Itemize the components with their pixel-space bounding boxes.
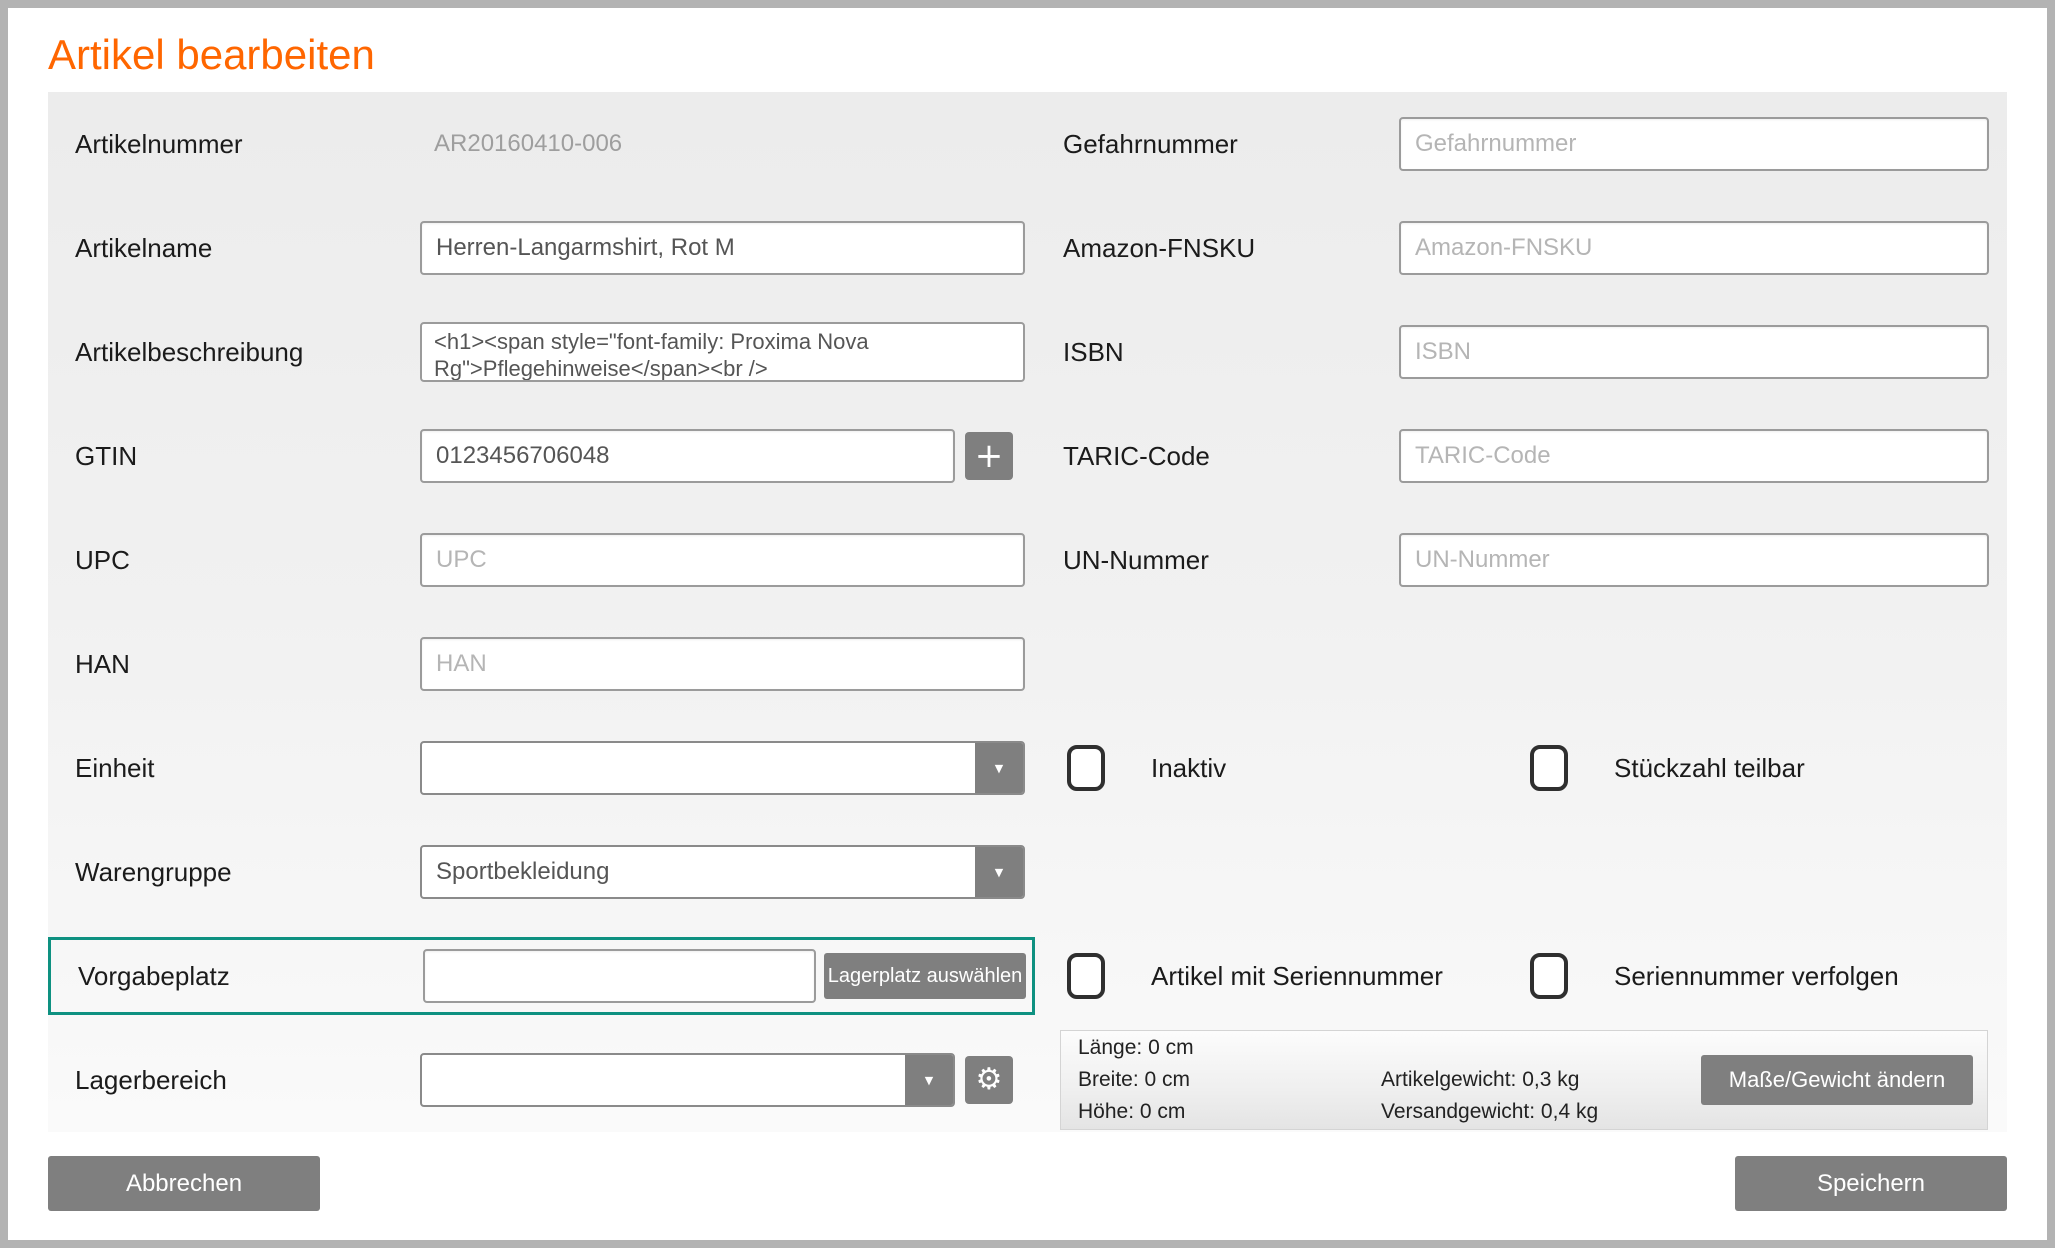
row-lagerbereich: Lagerbereich ▼ ⚙ Länge: 0 cm Breite: 0 c… [75, 1028, 1988, 1132]
article-form-panel: Artikelnummer AR20160410-006 Gefahrnumme… [48, 92, 2007, 1132]
form-actions: Abbrechen Speichern [48, 1156, 2007, 1211]
einheit-selected-value [422, 743, 975, 793]
einheit-dropdown[interactable]: ▼ [420, 741, 1025, 795]
lagerbereich-selected-value [422, 1055, 905, 1105]
artikelbeschreibung-label: Artikelbeschreibung [75, 337, 420, 368]
row-artikelnummer: Artikelnummer AR20160410-006 Gefahrnumme… [75, 92, 1988, 196]
versandgewicht-text: Versandgewicht: 0,4 kg [1381, 1096, 1701, 1128]
warengruppe-selected-value: Sportbekleidung [422, 847, 975, 897]
artikelname-input[interactable] [420, 221, 1025, 275]
lagerbereich-label: Lagerbereich [75, 1065, 420, 1096]
stueckzahl-teilbar-checkbox[interactable] [1530, 745, 1568, 791]
amazon-fnsku-input[interactable] [1399, 221, 1989, 275]
chevron-down-icon: ▼ [995, 866, 1003, 879]
upc-input[interactable] [420, 533, 1025, 587]
artikel-mit-seriennummer-checkbox-item[interactable]: Artikel mit Seriennummer [1063, 953, 1526, 999]
han-label: HAN [75, 649, 420, 680]
dim-spacer [1381, 1032, 1701, 1064]
lagerbereich-dropdown[interactable]: ▼ [420, 1053, 955, 1107]
cancel-button[interactable]: Abbrechen [48, 1156, 320, 1211]
gefahrnummer-input[interactable] [1399, 117, 1989, 171]
isbn-input[interactable] [1399, 325, 1989, 379]
stueckzahl-teilbar-label: Stückzahl teilbar [1614, 753, 1805, 784]
save-button[interactable]: Speichern [1735, 1156, 2007, 1211]
row-artikelname: Artikelname Amazon-FNSKU [75, 196, 1988, 300]
artikel-mit-seriennummer-checkbox[interactable] [1067, 953, 1105, 999]
row-han: HAN [75, 612, 1988, 716]
warengruppe-dropdown[interactable]: Sportbekleidung ▼ [420, 845, 1025, 899]
han-input[interactable] [420, 637, 1025, 691]
taric-code-label: TARIC-Code [1063, 441, 1399, 472]
warengruppe-dropdown-button[interactable]: ▼ [975, 847, 1023, 897]
lagerplatz-auswaehlen-button[interactable]: Lagerplatz auswählen [824, 953, 1026, 999]
page: Artikel bearbeiten Artikelnummer AR20160… [0, 0, 2055, 1248]
plus-icon: + [975, 439, 1004, 473]
inaktiv-checkbox-item[interactable]: Inaktiv [1063, 745, 1526, 791]
chevron-down-icon: ▼ [995, 762, 1003, 775]
un-nummer-label: UN-Nummer [1063, 545, 1399, 576]
vorgabeplatz-input[interactable] [423, 949, 816, 1003]
gtin-input[interactable] [420, 429, 955, 483]
artikel-mit-seriennummer-label: Artikel mit Seriennummer [1151, 961, 1443, 992]
vorgabeplatz-highlight-box: Vorgabeplatz Lagerplatz auswählen [48, 937, 1035, 1015]
breite-text: Breite: 0 cm [1078, 1064, 1381, 1096]
amazon-fnsku-label: Amazon-FNSKU [1063, 233, 1399, 264]
artikelbeschreibung-textarea[interactable]: <h1><span style="font-family: Proxima No… [420, 322, 1025, 382]
dimensions-panel: Länge: 0 cm Breite: 0 cm Höhe: 0 cm Arti… [1060, 1030, 1988, 1130]
gefahrnummer-label: Gefahrnummer [1063, 129, 1399, 160]
taric-code-input[interactable] [1399, 429, 1989, 483]
un-nummer-input[interactable] [1399, 533, 1989, 587]
gtin-label: GTIN [75, 441, 420, 472]
seriennummer-verfolgen-checkbox[interactable] [1530, 953, 1568, 999]
row-warengruppe: Warengruppe Sportbekleidung ▼ [75, 820, 1988, 924]
isbn-label: ISBN [1063, 337, 1399, 368]
seriennummer-verfolgen-checkbox-item[interactable]: Seriennummer verfolgen [1526, 953, 1989, 999]
warengruppe-label: Warengruppe [75, 857, 420, 888]
laenge-text: Länge: 0 cm [1078, 1032, 1381, 1064]
row-vorgabeplatz: Vorgabeplatz Lagerplatz auswählen Artike… [75, 924, 1988, 1028]
page-title: Artikel bearbeiten [48, 24, 2007, 92]
row-gtin: GTIN + TARIC-Code [75, 404, 1988, 508]
lagerbereich-settings-button[interactable]: ⚙ [965, 1056, 1013, 1104]
masse-gewicht-aendern-button[interactable]: Maße/Gewicht ändern [1701, 1055, 1973, 1105]
artikelnummer-label: Artikelnummer [75, 129, 420, 160]
artikelgewicht-text: Artikelgewicht: 0,3 kg [1381, 1064, 1701, 1096]
artikelname-label: Artikelname [75, 233, 420, 264]
artikelnummer-value: AR20160410-006 [420, 130, 622, 158]
seriennummer-verfolgen-label: Seriennummer verfolgen [1614, 961, 1899, 992]
einheit-dropdown-button[interactable]: ▼ [975, 743, 1023, 793]
inaktiv-label: Inaktiv [1151, 753, 1226, 784]
gear-icon: ⚙ [976, 1065, 1003, 1095]
einheit-label: Einheit [75, 753, 420, 784]
vorgabeplatz-label: Vorgabeplatz [78, 961, 423, 992]
lagerbereich-dropdown-button[interactable]: ▼ [905, 1055, 953, 1105]
row-artikelbeschreibung: Artikelbeschreibung <h1><span style="fon… [75, 300, 1988, 404]
upc-label: UPC [75, 545, 420, 576]
stueckzahl-teilbar-checkbox-item[interactable]: Stückzahl teilbar [1526, 745, 1989, 791]
row-upc: UPC UN-Nummer [75, 508, 1988, 612]
chevron-down-icon: ▼ [925, 1074, 933, 1087]
gtin-add-button[interactable]: + [965, 432, 1013, 480]
row-einheit: Einheit ▼ Inaktiv Stückzahl teilbar [75, 716, 1988, 820]
hoehe-text: Höhe: 0 cm [1078, 1096, 1381, 1128]
inaktiv-checkbox[interactable] [1067, 745, 1105, 791]
